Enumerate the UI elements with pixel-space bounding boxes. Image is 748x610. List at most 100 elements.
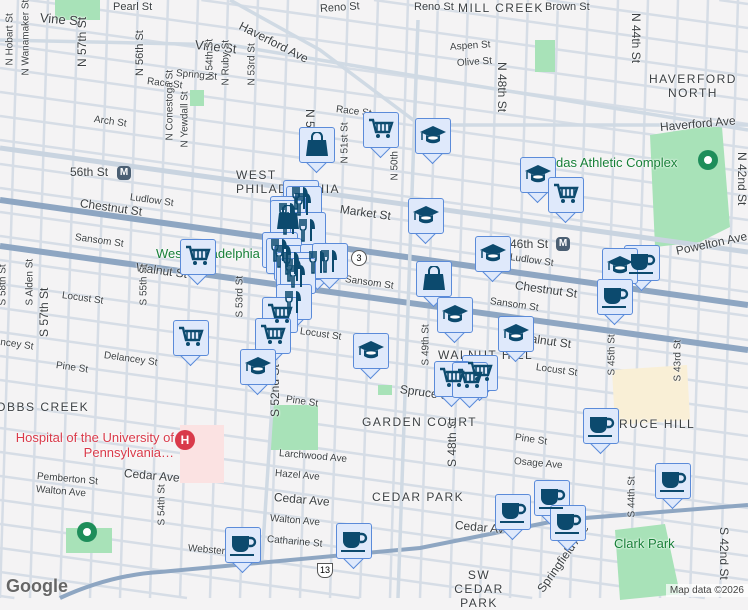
street-label: S 57th St xyxy=(37,287,51,337)
marker-box xyxy=(548,177,584,213)
education-marker[interactable] xyxy=(240,349,276,396)
marker-box xyxy=(180,239,216,275)
street-label: S Alden St xyxy=(24,258,36,306)
cafe-marker[interactable] xyxy=(550,505,586,552)
cafe-marker[interactable] xyxy=(583,408,619,455)
cafe-marker[interactable] xyxy=(655,463,691,510)
graduation-cap-icon xyxy=(441,304,469,323)
street-label: N 51st St xyxy=(339,122,351,164)
street-label: S 49th St xyxy=(420,324,432,366)
coffee-cup-icon xyxy=(587,415,615,439)
park-pin-icon[interactable] xyxy=(77,522,97,542)
cart-icon xyxy=(184,245,211,267)
cart-icon xyxy=(259,324,286,346)
cafe-marker[interactable] xyxy=(495,494,531,541)
marker-box xyxy=(363,112,399,148)
marker-box xyxy=(602,248,638,284)
graduation-cap-icon xyxy=(524,164,552,183)
street xyxy=(719,0,748,6)
park xyxy=(190,90,204,106)
street-label: S 53rd St xyxy=(234,275,246,318)
street-label: N 48th St xyxy=(495,62,509,113)
restaurant-marker[interactable] xyxy=(312,243,348,290)
street-label: N 53rd St xyxy=(246,43,258,86)
education-marker[interactable] xyxy=(415,118,451,165)
shopping-bag-icon xyxy=(422,266,446,291)
coffee-cup-icon xyxy=(659,470,687,494)
grocery-marker[interactable] xyxy=(180,239,216,286)
grocery-marker[interactable] xyxy=(548,177,584,224)
route-shield-3: 3 xyxy=(351,250,367,266)
marker-box xyxy=(550,505,586,541)
education-marker[interactable] xyxy=(475,236,511,283)
graduation-cap-icon xyxy=(244,356,272,375)
neighborhood-label: GARDEN COURT xyxy=(362,415,478,429)
graduation-cap-icon xyxy=(357,340,385,359)
map-data-attribution[interactable]: Map data ©2026 xyxy=(665,584,748,597)
graduation-cap-icon xyxy=(606,255,634,274)
grocery-marker[interactable] xyxy=(363,112,399,159)
cart-icon xyxy=(456,368,483,390)
marker-box xyxy=(495,494,531,530)
marker-box xyxy=(336,523,372,559)
48th-st-road xyxy=(396,19,420,599)
graduation-cap-icon xyxy=(479,243,507,262)
marker-box xyxy=(655,463,691,499)
education-marker[interactable] xyxy=(437,297,473,344)
street-label: S 45th St xyxy=(606,334,618,376)
marker-box xyxy=(299,127,335,163)
park xyxy=(378,385,392,395)
cafe-marker[interactable] xyxy=(336,523,372,570)
street-label: N Hobart St xyxy=(4,13,16,66)
cafe-marker[interactable] xyxy=(597,279,633,326)
marker-box xyxy=(240,349,276,385)
route-shield-13: 13 xyxy=(317,563,333,578)
cafe-marker[interactable] xyxy=(225,527,261,574)
marker-box xyxy=(408,198,444,234)
marker-box xyxy=(452,362,488,398)
graduation-cap-icon xyxy=(412,205,440,224)
station-label: 46th St xyxy=(510,237,549,251)
place-label-clark-park[interactable]: Clark Park xyxy=(614,536,675,551)
park-pin-icon[interactable] xyxy=(698,150,718,170)
street-label: N 56th St xyxy=(134,30,146,76)
street-label: S 43rd St xyxy=(672,339,684,382)
street-label: S 44th St xyxy=(626,476,638,518)
place-label-athletic-complex[interactable]: das Athletic Complex xyxy=(556,155,677,170)
graduation-cap-icon xyxy=(419,125,447,144)
street-label: Brown St xyxy=(545,1,590,13)
place-label-hospital[interactable]: Hospital of the University of Pennsylvan… xyxy=(14,430,174,460)
cart-icon xyxy=(177,326,204,348)
neighborhood-label: HAVERFORD NORTH xyxy=(649,72,737,100)
marker-box xyxy=(415,118,451,154)
park xyxy=(535,40,555,72)
street-label: N 57th St xyxy=(75,16,89,67)
education-marker[interactable] xyxy=(408,198,444,245)
hospital-icon[interactable]: H xyxy=(175,430,195,450)
coffee-cup-icon xyxy=(554,512,582,536)
grocery-marker[interactable] xyxy=(173,320,209,367)
shopping-marker[interactable] xyxy=(299,127,335,174)
marker-box xyxy=(353,333,389,369)
education-marker[interactable] xyxy=(353,333,389,380)
metro-icon[interactable]: M xyxy=(556,237,570,251)
marker-box xyxy=(583,408,619,444)
street-label: S 58th St xyxy=(0,264,9,305)
marker-box xyxy=(498,316,534,352)
street-label: N 42nd St xyxy=(735,152,748,206)
grocery-marker[interactable] xyxy=(452,362,488,409)
street-label: N Yewdall St xyxy=(179,91,191,148)
street-label: S 54th St xyxy=(156,484,168,526)
coffee-cup-icon xyxy=(340,530,368,554)
neighborhood-label: MILL CREEK xyxy=(458,1,544,15)
shopping-bag-icon xyxy=(305,132,329,157)
graduation-cap-icon xyxy=(502,323,530,342)
street-label: N Conestoga St xyxy=(164,69,176,141)
marker-box xyxy=(255,318,291,354)
street xyxy=(118,0,140,599)
education-marker[interactable] xyxy=(498,316,534,363)
fork-knife-icon xyxy=(321,249,338,273)
neighborhood-label: COBBS CREEK xyxy=(0,400,90,414)
street-label: S 42nd St xyxy=(717,527,731,580)
metro-icon[interactable]: M xyxy=(117,166,131,180)
